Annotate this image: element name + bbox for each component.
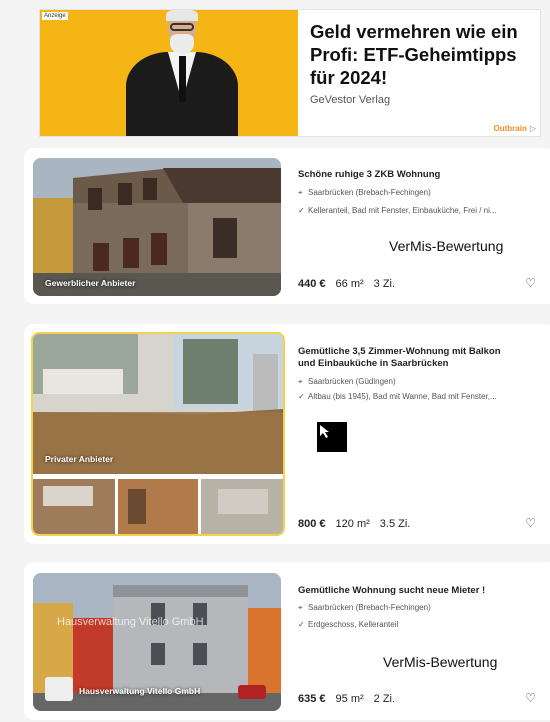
listing-price-row: 635 € 95 m² 2 Zi. — [298, 693, 405, 705]
ad-title[interactable]: Geld vermehren wie ein Profi: ETF-Geheim… — [310, 20, 540, 89]
ad-person-beard — [170, 34, 194, 54]
listing-card[interactable]: Privater Anbieter Gemütliche 3,5 Zimmer-… — [24, 324, 550, 544]
area: 95 m² — [335, 693, 364, 705]
listing-title[interactable]: Schöne ruhige 3 ZKB Wohnung — [298, 169, 518, 181]
listing-photo[interactable]: Gewerblicher Anbieter — [33, 158, 281, 296]
logo-icon — [45, 677, 73, 701]
house-photo-graphic — [33, 158, 281, 296]
rooms: 2 Zi. — [373, 693, 396, 705]
listing-location: ⌖ Saarbrücken (Brebach-Fechingen) — [298, 603, 431, 613]
listing-location: ⌖ Saarbrücken (Güdingen) — [298, 377, 396, 387]
listing-title[interactable]: Gemütliche Wohnung sucht neue Mieter ! — [298, 585, 518, 597]
location-pin-icon: ⌖ — [298, 188, 303, 197]
price: 635 € — [298, 693, 326, 705]
area: 120 m² — [335, 518, 370, 530]
vermis-rating-label: VerMis-Bewertung — [383, 654, 498, 670]
features-text: Kelleranteil, Bad mit Fenster, Einbauküc… — [308, 206, 497, 215]
listing-photo-gallery[interactable]: Privater Anbieter — [31, 332, 285, 536]
listing-features: ✓ Erdgeschoss, Kelleranteil — [298, 620, 398, 629]
ad-person-glasses — [170, 23, 194, 31]
ad-person-tie — [179, 56, 186, 102]
heart-icon[interactable]: ♡ — [525, 516, 536, 530]
info-icon[interactable]: ▷ — [530, 124, 536, 133]
provider-badge: Privater Anbieter — [45, 454, 114, 464]
vermis-rating-label: VerMis-Bewertung — [389, 238, 504, 254]
location-text: Saarbrücken (Brebach-Fechingen) — [308, 603, 431, 612]
listing-price-row: 440 € 66 m² 3 Zi. — [298, 278, 405, 290]
ad-image[interactable]: Anzeige — [40, 10, 298, 136]
listing-photo[interactable]: Hausverwaltung Vitello GmbH Hausverwaltu… — [33, 573, 281, 711]
rooms: 3.5 Zi. — [379, 518, 411, 530]
photo-watermark: Hausverwaltung Vitello GmbH — [57, 616, 204, 628]
ad-source[interactable]: GeVestor Verlag — [310, 94, 390, 106]
listing-features: ✓ Kelleranteil, Bad mit Fenster, Einbaukü… — [298, 206, 497, 215]
advertisement[interactable]: Anzeige Geld vermehren wie ein Profi: ET… — [39, 9, 541, 137]
listing-card[interactable]: Hausverwaltung Vitello GmbH Hausverwaltu… — [24, 562, 550, 720]
provider-badge: Gewerblicher Anbieter — [45, 278, 136, 288]
listing-features: ✓ Altbau (bis 1945), Bad mit Wanne, Bad m… — [298, 392, 497, 401]
rooms: 3 Zi. — [373, 278, 396, 290]
listing-location: ⌖ Saarbrücken (Brebach-Fechingen) — [298, 188, 431, 198]
features-text: Erdgeschoss, Kelleranteil — [308, 620, 399, 629]
location-pin-icon: ⌖ — [298, 603, 303, 612]
location-pin-icon: ⌖ — [298, 377, 303, 386]
ad-brand-name: Outbrain — [493, 124, 527, 133]
ad-brand[interactable]: Outbrain ▷ — [494, 124, 537, 133]
price: 800 € — [298, 518, 326, 530]
features-text: Altbau (bis 1945), Bad mit Wanne, Bad mi… — [308, 392, 497, 401]
listing-price-row: 800 € 120 m² 3.5 Zi. — [298, 518, 420, 530]
check-icon: ✓ — [298, 392, 305, 401]
provider-badge: Hausverwaltung Vitello GmbH — [79, 686, 201, 696]
cursor-icon — [320, 425, 329, 438]
heart-icon[interactable]: ♡ — [525, 691, 536, 705]
room-photo-graphic — [33, 334, 283, 534]
ad-person-hair — [166, 10, 198, 21]
location-text: Saarbrücken (Güdingen) — [308, 377, 396, 386]
check-icon: ✓ — [298, 620, 305, 629]
listing-title[interactable]: Gemütliche 3,5 Zimmer-Wohnung mit Balkon… — [298, 346, 518, 370]
area: 66 m² — [335, 278, 364, 290]
check-icon: ✓ — [298, 206, 305, 215]
heart-icon[interactable]: ♡ — [525, 276, 536, 290]
listing-card[interactable]: Gewerblicher Anbieter Schöne ruhige 3 ZK… — [24, 148, 550, 304]
ad-label: Anzeige — [42, 12, 68, 20]
price: 440 € — [298, 278, 326, 290]
cursor-thumbnail — [317, 422, 347, 452]
location-text: Saarbrücken (Brebach-Fechingen) — [308, 188, 431, 197]
